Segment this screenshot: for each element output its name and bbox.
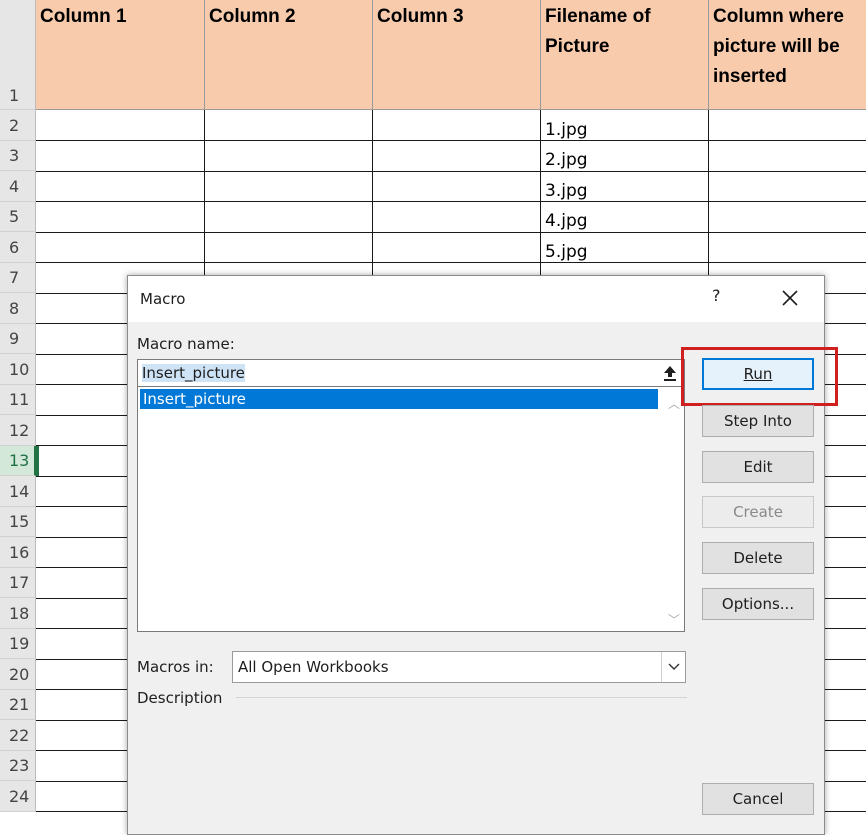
row-header[interactable]: 5 bbox=[0, 202, 36, 232]
macro-name-value: Insert_picture bbox=[142, 364, 245, 382]
column-header-cell[interactable]: Column where picture will be inserted bbox=[709, 0, 866, 110]
delete-label: Delete bbox=[733, 549, 783, 567]
step-into-label: Step Into bbox=[724, 412, 792, 430]
row-header[interactable]: 4 bbox=[0, 171, 36, 202]
column-header-cell[interactable]: Column 3 bbox=[373, 0, 541, 110]
row-header[interactable]: 3 bbox=[0, 141, 36, 171]
row-header[interactable]: 19 bbox=[0, 629, 36, 659]
row-header[interactable]: 2 bbox=[0, 110, 36, 141]
macro-name-input[interactable]: Insert_picture bbox=[137, 359, 685, 387]
row-header[interactable]: 18 bbox=[0, 598, 36, 629]
edit-label: Edit bbox=[743, 458, 773, 476]
run-button[interactable]: Run bbox=[702, 358, 814, 390]
edit-button[interactable]: Edit bbox=[702, 451, 814, 483]
create-label: Create bbox=[733, 503, 783, 521]
help-button[interactable]: ? bbox=[712, 286, 730, 308]
row-header[interactable]: 9 bbox=[0, 324, 36, 354]
row-header[interactable]: 8 bbox=[0, 293, 36, 324]
filename-cell[interactable]: 2.jpg bbox=[541, 141, 588, 175]
cancel-label: Cancel bbox=[732, 790, 784, 808]
row-header[interactable]: 24 bbox=[0, 781, 36, 812]
row-header[interactable]: 11 bbox=[0, 385, 36, 415]
row-header[interactable]: 17 bbox=[0, 568, 36, 598]
row-header[interactable]: 20 bbox=[0, 659, 36, 690]
column-header-cell[interactable]: Filename of Picture bbox=[541, 0, 709, 110]
delete-button[interactable]: Delete bbox=[702, 542, 814, 574]
dialog-titlebar[interactable]: Macro ? bbox=[128, 276, 824, 322]
filename-cell[interactable]: 4.jpg bbox=[541, 202, 588, 236]
close-icon[interactable] bbox=[778, 286, 802, 310]
filename-cell[interactable]: 5.jpg bbox=[541, 232, 588, 267]
row-header[interactable]: 6 bbox=[0, 232, 36, 263]
cancel-button[interactable]: Cancel bbox=[702, 783, 814, 815]
row-header[interactable]: 21 bbox=[0, 690, 36, 720]
column-header-cell[interactable]: Column 2 bbox=[205, 0, 373, 110]
macro-name-label: Macro name: bbox=[137, 335, 235, 353]
create-button[interactable]: Create bbox=[702, 496, 814, 528]
macro-list-item[interactable]: Insert_picture bbox=[140, 389, 658, 409]
row-header[interactable]: 7 bbox=[0, 263, 36, 293]
description-divider bbox=[236, 697, 687, 698]
row-header-active[interactable]: 13 bbox=[0, 446, 36, 476]
macros-in-label: Macros in: bbox=[137, 658, 214, 676]
filename-cell[interactable]: 3.jpg bbox=[541, 171, 588, 206]
chevron-down-icon[interactable] bbox=[661, 652, 686, 682]
row-header[interactable]: 10 bbox=[0, 354, 36, 385]
row-header[interactable]: 22 bbox=[0, 720, 36, 751]
row-header[interactable]: 23 bbox=[0, 751, 36, 781]
upload-arrow-icon[interactable] bbox=[655, 360, 684, 386]
row-header[interactable]: 15 bbox=[0, 507, 36, 537]
filename-cell[interactable]: 1.jpg bbox=[541, 110, 588, 145]
options-label: Options... bbox=[721, 595, 795, 613]
row-header[interactable]: 14 bbox=[0, 476, 36, 507]
run-label: Run bbox=[743, 365, 773, 383]
macro-dialog: Macro ? Macro name: Insert_picture Inser… bbox=[127, 275, 838, 835]
scroll-down-icon[interactable]: ﹀ bbox=[666, 611, 682, 627]
macros-in-value: All Open Workbooks bbox=[238, 658, 389, 676]
row-header[interactable]: 12 bbox=[0, 415, 36, 446]
macros-in-select[interactable]: All Open Workbooks bbox=[232, 651, 686, 683]
description-label: Description bbox=[137, 689, 223, 707]
scroll-up-icon[interactable]: ︿ bbox=[666, 395, 682, 411]
dialog-title: Macro bbox=[140, 290, 186, 308]
macro-list[interactable]: Insert_picture ︿ ﹀ bbox=[137, 387, 685, 632]
column-header-cell[interactable]: Column 1 bbox=[36, 0, 205, 110]
row-header[interactable]: 1 bbox=[0, 0, 36, 110]
row-header[interactable]: 16 bbox=[0, 537, 36, 568]
chevron-down-glyph bbox=[668, 663, 680, 670]
options-button[interactable]: Options... bbox=[702, 588, 814, 620]
selected-cell-indicator bbox=[36, 446, 39, 476]
step-into-button[interactable]: Step Into bbox=[702, 405, 814, 437]
up-arrow-icon bbox=[663, 366, 676, 381]
